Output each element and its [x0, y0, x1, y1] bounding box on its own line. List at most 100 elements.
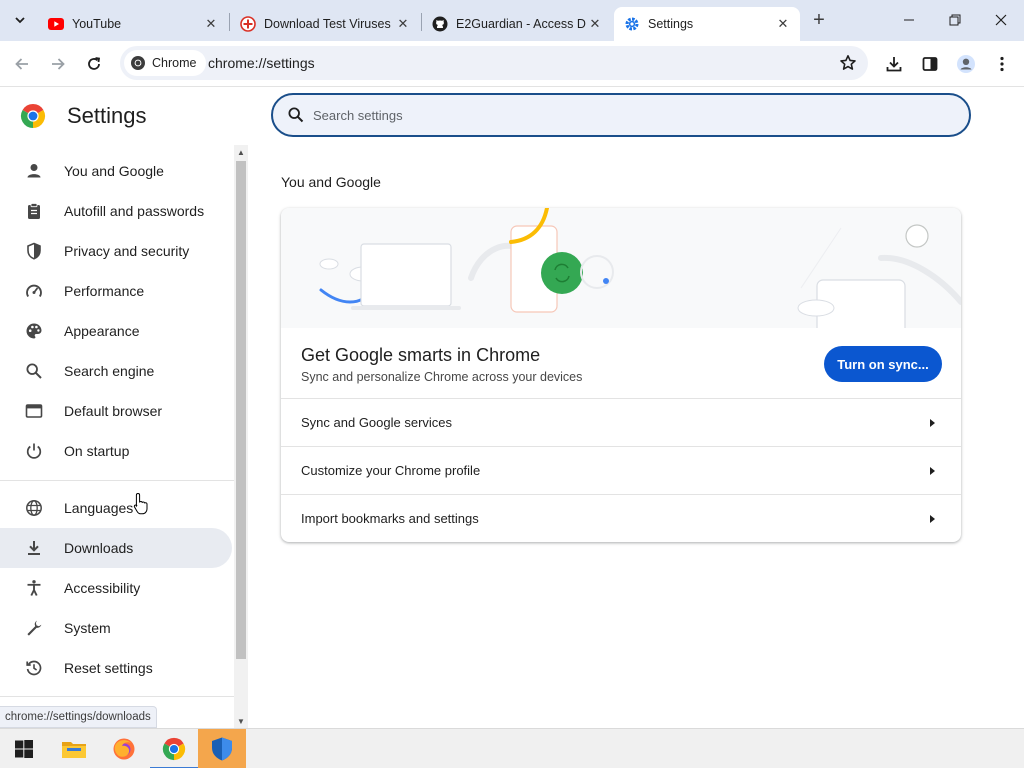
settings-title: Settings: [67, 103, 147, 128]
search-icon: [24, 361, 44, 381]
back-arrow-icon: [15, 58, 28, 70]
sidebar-item-label: Languages: [64, 500, 134, 516]
settings-main: You and Google: [250, 87, 1024, 728]
start-button[interactable]: [0, 729, 48, 768]
scroll-down-arrow-icon[interactable]: ▼: [234, 714, 248, 728]
row-import-bookmarks[interactable]: Import bookmarks and settings: [281, 494, 961, 542]
nav-divider: [0, 480, 234, 481]
accessibility-icon: [24, 578, 44, 598]
sidebar-item-privacy[interactable]: Privacy and security: [0, 231, 232, 271]
search-settings-box[interactable]: [271, 93, 971, 137]
shield-icon: [24, 241, 44, 261]
restore-button[interactable]: [932, 0, 978, 40]
close-tab-icon[interactable]: ✕: [394, 15, 412, 33]
taskbar-security-app[interactable]: [198, 729, 246, 768]
windows-start-icon: [15, 740, 33, 758]
wrench-icon: [24, 618, 44, 638]
tab-download-test-viruses[interactable]: Download Test Viruses ✕: [230, 7, 420, 41]
palette-icon: [24, 321, 44, 341]
sync-promo-illustration: [281, 208, 961, 339]
sidebar-item-reset-settings[interactable]: Reset settings: [0, 648, 232, 688]
sync-promo-title: Get Google smarts in Chrome: [301, 345, 541, 365]
sidebar-item-accessibility[interactable]: Accessibility: [0, 568, 232, 608]
sidebar-item-on-startup[interactable]: On startup: [0, 431, 232, 471]
person-icon: [24, 161, 44, 181]
firefox-icon: [113, 738, 135, 760]
reload-icon: [88, 57, 101, 70]
sidebar-item-you-and-google[interactable]: You and Google: [0, 151, 232, 191]
menu-button[interactable]: [988, 50, 1016, 78]
sidebar-item-label: Default browser: [64, 403, 163, 419]
taskbar-chrome[interactable]: [150, 729, 198, 768]
power-icon: [24, 441, 44, 461]
address-bar[interactable]: Chrome chrome://settings: [120, 46, 868, 80]
sidebar-item-autofill[interactable]: Autofill and passwords: [0, 191, 232, 231]
site-info-chip[interactable]: Chrome: [124, 50, 207, 76]
sidebar-item-label: Performance: [64, 283, 145, 299]
side-panel-button[interactable]: [916, 50, 944, 78]
url-text[interactable]: chrome://settings: [208, 55, 315, 71]
sidebar-item-default-browser[interactable]: Default browser: [0, 391, 232, 431]
reset-history-icon: [24, 658, 44, 678]
row-sync-and-google-services[interactable]: Sync and Google services: [281, 398, 961, 446]
downloads-button[interactable]: [880, 50, 908, 78]
tab-e2guardian[interactable]: E2Guardian - Access D ✕: [422, 7, 612, 41]
bookmark-star-button[interactable]: [838, 53, 858, 73]
close-tab-icon[interactable]: ✕: [586, 15, 604, 33]
settings-gear-icon: [624, 16, 640, 32]
sidebar-item-appearance[interactable]: Appearance: [0, 311, 232, 351]
new-tab-button[interactable]: +: [808, 9, 830, 31]
chrome-logo-icon: [20, 104, 46, 128]
tab-search-button[interactable]: [6, 6, 34, 34]
sidebar-item-performance[interactable]: Performance: [0, 271, 232, 311]
sidebar-item-system[interactable]: System: [0, 608, 232, 648]
file-explorer-icon: [62, 742, 86, 758]
reload-button[interactable]: [80, 50, 108, 78]
search-input[interactable]: [313, 107, 913, 123]
profile-button[interactable]: [952, 50, 980, 78]
sidebar-item-downloads[interactable]: Downloads: [0, 528, 232, 568]
back-button[interactable]: [8, 50, 36, 78]
tab-youtube[interactable]: YouTube ✕: [38, 7, 228, 41]
sidebar-item-label: Appearance: [64, 323, 140, 339]
tab-title: Settings: [648, 17, 694, 31]
minimize-button[interactable]: [886, 0, 932, 40]
github-icon: [432, 16, 448, 32]
globe-icon: [24, 498, 44, 518]
forward-button[interactable]: [44, 50, 72, 78]
scrollbar-thumb[interactable]: [236, 161, 246, 659]
tab-title: YouTube: [72, 17, 122, 31]
security-shield-icon: [212, 737, 232, 761]
close-tab-icon[interactable]: ✕: [202, 15, 220, 33]
sidebar-item-search-engine[interactable]: Search engine: [0, 351, 232, 391]
taskbar-firefox[interactable]: [100, 729, 148, 768]
turn-on-sync-button[interactable]: Turn on sync...: [824, 346, 942, 382]
row-label: Sync and Google services: [301, 415, 453, 430]
scroll-up-arrow-icon[interactable]: ▲: [234, 145, 248, 159]
chevron-down-icon: [15, 17, 25, 24]
tab-settings[interactable]: Settings ✕: [614, 7, 800, 41]
row-customize-profile[interactable]: Customize your Chrome profile: [281, 446, 961, 494]
sidebar-scrollbar[interactable]: ▲ ▼: [234, 145, 248, 728]
restore-icon: [949, 14, 961, 26]
download-icon: [24, 538, 44, 558]
sidebar-item-label: Reset settings: [64, 660, 153, 676]
avatar-icon: [957, 55, 975, 73]
browser-toolbar: Chrome chrome://settings: [0, 41, 1024, 87]
settings-header: Settings: [20, 103, 147, 129]
windows-taskbar: [0, 728, 1024, 768]
side-panel-icon: [922, 57, 938, 71]
sidebar-item-languages[interactable]: Languages: [0, 488, 232, 528]
hand-cursor-icon: [133, 492, 148, 515]
youtube-icon: [48, 16, 64, 32]
title-bar: YouTube ✕ Download Test Viruses ✕ E2Guar…: [0, 0, 1024, 41]
sidebar-item-label: On startup: [64, 443, 130, 459]
close-tab-icon[interactable]: ✕: [774, 15, 792, 33]
close-window-button[interactable]: [978, 0, 1024, 40]
kebab-menu-icon: [1000, 56, 1004, 72]
taskbar-file-explorer[interactable]: [50, 729, 98, 768]
chrome-icon: [131, 56, 145, 70]
eicar-icon: [240, 16, 256, 32]
row-label: Import bookmarks and settings: [301, 511, 479, 526]
you-and-google-card: Get Google smarts in Chrome Sync and per…: [281, 208, 961, 542]
